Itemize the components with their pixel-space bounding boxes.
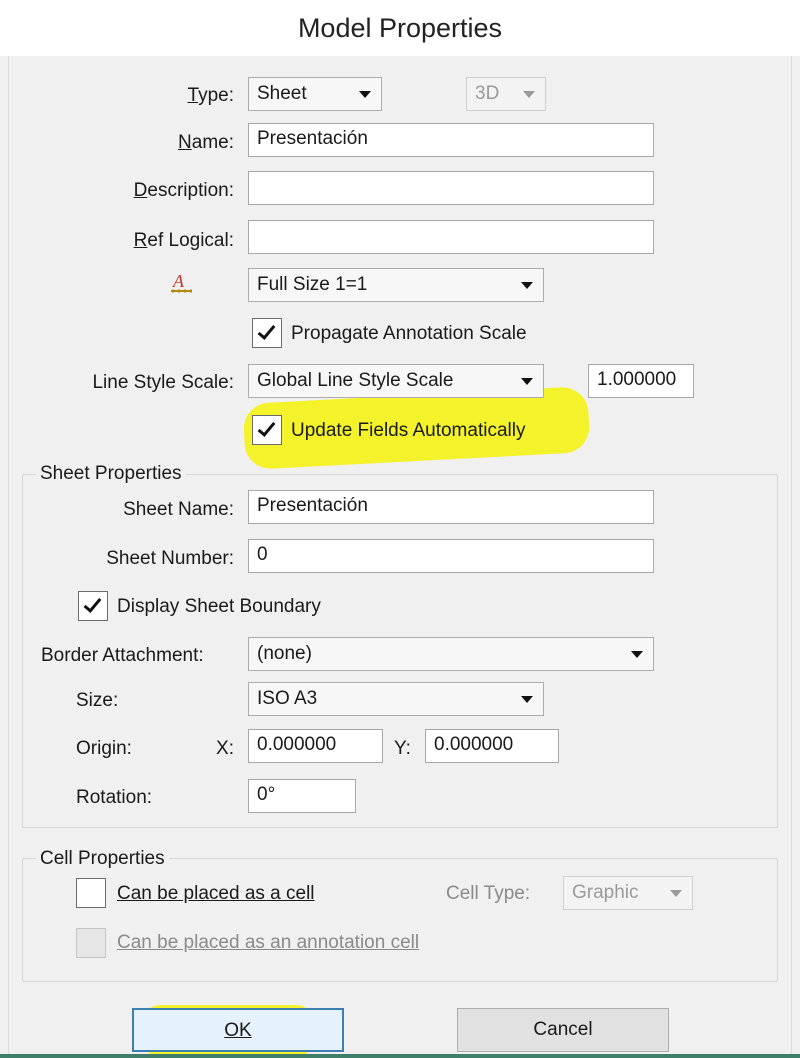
window-title: Model Properties (297, 13, 503, 43)
size-select[interactable]: ISO A3 (248, 682, 544, 716)
sheet-number-label: Sheet Number: (106, 548, 234, 569)
origin-x-value: 0.000000 (257, 734, 337, 755)
chevron-down-icon (631, 651, 643, 658)
cell-type-select: Graphic (563, 876, 693, 910)
annotation-cell-label: Can be placed as an annotation cell (117, 932, 419, 954)
chevron-down-icon (521, 696, 533, 703)
sheet-number-field[interactable]: 0 (248, 539, 654, 573)
annotation-cell-checkbox (76, 928, 106, 958)
line-style-scale-select[interactable]: Global Line Style Scale (248, 364, 544, 398)
type-label: Type: (187, 85, 234, 106)
checkmark-icon (83, 594, 102, 613)
cancel-button[interactable]: Cancel (457, 1008, 669, 1052)
origin-x-label: X: (216, 738, 234, 759)
chevron-down-icon (523, 91, 535, 98)
sheet-properties-title: Sheet Properties (36, 463, 186, 485)
annotation-scale-icon: A (170, 270, 194, 296)
line-style-scale-label: Line Style Scale: (92, 372, 234, 393)
placed-as-cell-checkbox[interactable] (76, 878, 106, 908)
model-properties-dialog: Model Properties Type: Sheet 3D Name: Pr… (0, 0, 800, 1058)
propagate-annotation-scale-label: Propagate Annotation Scale (291, 323, 527, 344)
name-field[interactable]: Presentación (248, 123, 654, 157)
rotation-field[interactable]: 0° (248, 779, 356, 813)
annotation-scale-value: Full Size 1=1 (257, 274, 368, 295)
placed-as-cell-label-text: Can be placed as a cell (117, 883, 315, 904)
size-label: Size: (76, 690, 119, 711)
window-bottom-edge (0, 1054, 800, 1058)
chevron-down-icon (521, 378, 533, 385)
type-select[interactable]: Sheet (248, 77, 382, 111)
border-attachment-value: (none) (257, 643, 312, 664)
display-sheet-boundary-label: Display Sheet Boundary (117, 596, 321, 617)
origin-label: Origin: (76, 738, 132, 759)
line-style-scale-factor-value: 1.000000 (597, 369, 677, 390)
chevron-down-icon (670, 890, 682, 897)
ok-button[interactable]: OK (132, 1008, 344, 1052)
dimension-select-value: 3D (475, 83, 500, 104)
name-field-value: Presentación (257, 128, 368, 149)
update-fields-label: Update Fields Automatically (291, 420, 526, 441)
border-attachment-label: Border Attachment: (41, 645, 204, 666)
rotation-value: 0° (257, 784, 276, 805)
dimension-select: 3D (466, 77, 546, 111)
checkmark-icon (257, 418, 276, 437)
sheet-name-field[interactable]: Presentación (248, 490, 654, 524)
ref-logical-field[interactable] (248, 220, 654, 254)
type-select-value: Sheet (257, 83, 307, 104)
line-style-scale-value: Global Line Style Scale (257, 370, 454, 391)
propagate-annotation-scale-checkbox[interactable] (252, 318, 282, 348)
cell-type-value: Graphic (572, 882, 639, 903)
origin-y-value: 0.000000 (434, 734, 514, 755)
cell-type-label: Cell Type: (446, 883, 531, 904)
chevron-down-icon (521, 282, 533, 289)
line-style-scale-factor-field[interactable]: 1.000000 (588, 364, 694, 398)
name-label: Name: (178, 132, 234, 153)
display-sheet-boundary-checkbox[interactable] (78, 591, 108, 621)
ref-logical-label: Ref Logical: (133, 230, 234, 251)
origin-y-field[interactable]: 0.000000 (425, 729, 559, 763)
placed-as-cell-label: Can be placed as a cell (117, 883, 315, 905)
svg-text:A: A (172, 271, 185, 291)
title-bar: Model Properties (0, 0, 800, 56)
origin-x-field[interactable]: 0.000000 (248, 729, 383, 763)
checkmark-icon (257, 321, 276, 340)
ok-button-label: OK (224, 1020, 252, 1041)
rotation-label: Rotation: (76, 787, 153, 808)
size-value: ISO A3 (257, 688, 318, 709)
description-label: Description: (133, 180, 234, 201)
annotation-scale-select[interactable]: Full Size 1=1 (248, 268, 544, 302)
border-attachment-select[interactable]: (none) (248, 637, 654, 671)
description-field[interactable] (248, 171, 654, 205)
annotation-cell-label-text: Can be placed as an annotation cell (117, 932, 420, 953)
cell-properties-title: Cell Properties (36, 848, 169, 870)
sheet-name-value: Presentación (257, 495, 368, 516)
sheet-number-value: 0 (257, 544, 268, 565)
chevron-down-icon (359, 91, 371, 98)
cancel-button-label: Cancel (533, 1019, 593, 1040)
update-fields-checkbox[interactable] (252, 415, 282, 445)
sheet-name-label: Sheet Name: (123, 499, 234, 520)
origin-y-label: Y: (394, 738, 411, 759)
